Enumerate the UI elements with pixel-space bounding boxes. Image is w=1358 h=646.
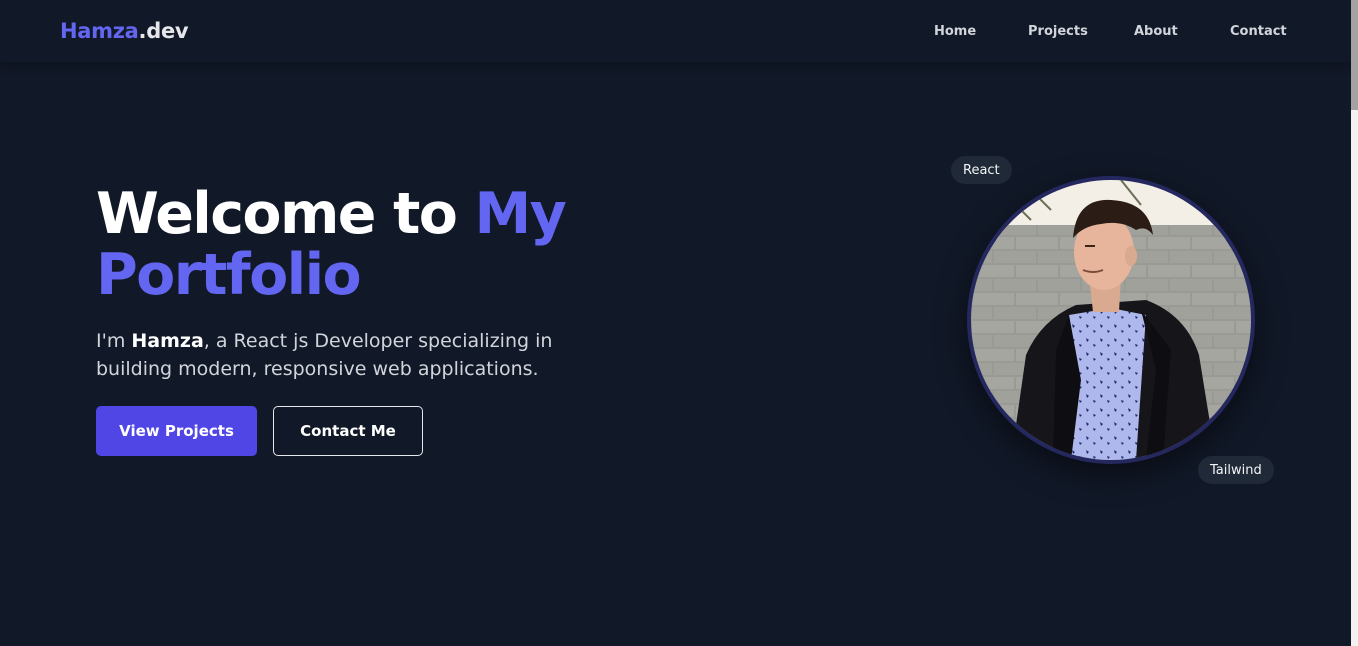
page-scrollbar[interactable] bbox=[1351, 0, 1358, 646]
profile-photo-illustration bbox=[971, 180, 1251, 460]
scrollbar-thumb[interactable] bbox=[1351, 0, 1358, 110]
hero-description: I'm Hamza, a React js Developer speciali… bbox=[96, 327, 616, 383]
hero-desc-prefix: I'm bbox=[96, 330, 132, 352]
brand-name-suffix: .dev bbox=[138, 19, 189, 43]
nav-link-about[interactable]: About bbox=[1134, 24, 1178, 39]
hero-title-part2: My bbox=[474, 181, 567, 247]
contact-me-button[interactable]: Contact Me bbox=[273, 406, 423, 456]
profile-photo-frame bbox=[967, 176, 1255, 464]
navbar: Hamza.dev Home Projects About Contact bbox=[0, 0, 1351, 62]
nav-link-home[interactable]: Home bbox=[934, 24, 976, 39]
hero-title-part3: Portfolio bbox=[96, 242, 362, 308]
brand-name-accent: Hamza bbox=[60, 19, 139, 43]
nav-link-contact[interactable]: Contact bbox=[1230, 24, 1287, 39]
badge-tailwind: Tailwind bbox=[1198, 456, 1274, 484]
badge-react: React bbox=[951, 156, 1012, 184]
hero-title-part1: Welcome to bbox=[96, 181, 475, 247]
view-projects-button[interactable]: View Projects bbox=[96, 406, 257, 456]
nav-link-projects[interactable]: Projects bbox=[1028, 24, 1088, 39]
hero-desc-name: Hamza bbox=[131, 330, 204, 352]
profile-photo bbox=[971, 180, 1251, 460]
brand-logo[interactable]: Hamza.dev bbox=[60, 19, 189, 43]
hero-title: Welcome to My Portfolio bbox=[96, 181, 567, 308]
